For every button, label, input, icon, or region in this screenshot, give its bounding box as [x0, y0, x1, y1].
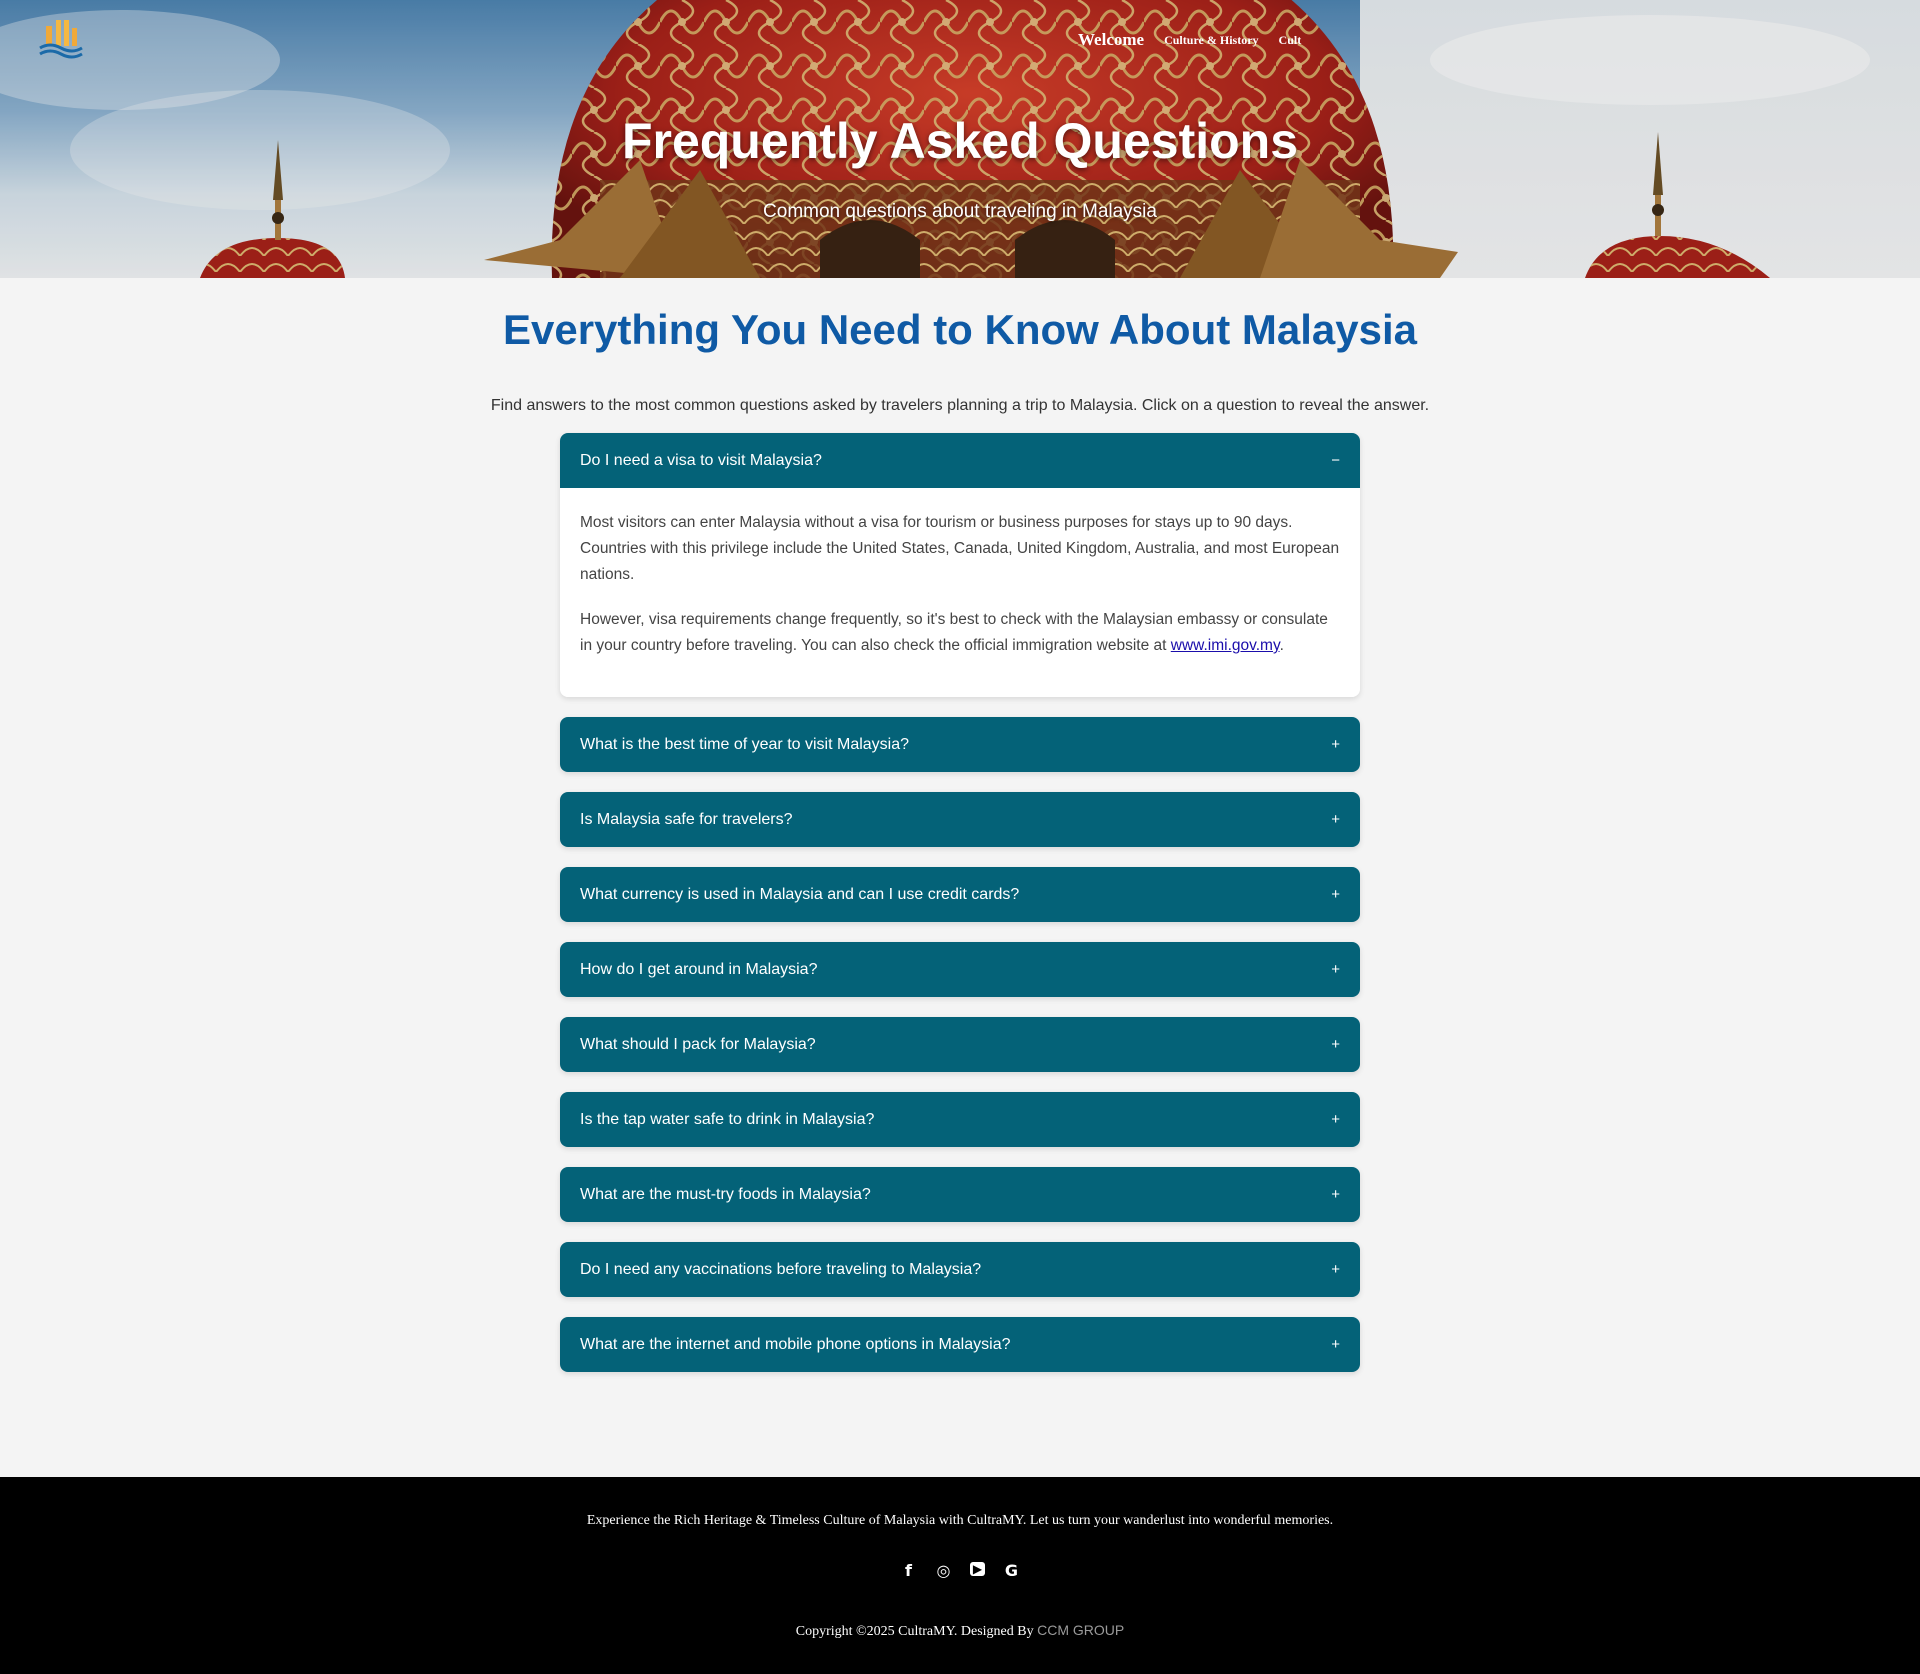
faq-question-header[interactable]: What should I pack for Malaysia? +	[560, 1017, 1360, 1072]
faq-item: What are the must-try foods in Malaysia?…	[560, 1167, 1360, 1222]
faq-question-text: Is Malaysia safe for travelers?	[580, 810, 793, 828]
faq-answer-paragraph: However, visa requirements change freque…	[580, 607, 1340, 659]
expand-icon[interactable]: +	[1331, 1111, 1340, 1128]
faq-answer-paragraph: Most visitors can enter Malaysia without…	[580, 514, 1340, 583]
nav-item-cult[interactable]: Cult	[1279, 33, 1302, 48]
faq-question-header[interactable]: Do I need any vaccinations before travel…	[560, 1242, 1360, 1297]
facebook-icon[interactable]: f	[900, 1561, 917, 1580]
page-subtitle: Common questions about traveling in Mala…	[763, 201, 1157, 222]
faq-answer-end: .	[1279, 637, 1284, 654]
section-heading: Everything You Need to Know About Malays…	[502, 306, 1417, 353]
youtube-icon[interactable]: ▶	[970, 1562, 985, 1576]
faq-question-header[interactable]: What is the best time of year to visit M…	[560, 717, 1360, 772]
main-nav: Welcome Culture & History Cult	[1078, 30, 1301, 50]
faq-question-text: What is the best time of year to visit M…	[580, 735, 910, 753]
faq-item: Is the tap water safe to drink in Malays…	[560, 1092, 1360, 1147]
faq-item: Do I need a visa to visit Malaysia? − Mo…	[560, 433, 1360, 697]
logo-icon	[39, 20, 83, 59]
expand-icon[interactable]: +	[1331, 1261, 1340, 1278]
faq-question-header[interactable]: Is the tap water safe to drink in Malays…	[560, 1092, 1360, 1147]
faq-item: What is the best time of year to visit M…	[560, 717, 1360, 772]
page-title: Frequently Asked Questions	[621, 113, 1299, 169]
collapse-icon[interactable]: −	[1331, 452, 1340, 469]
nav-item-welcome[interactable]: Welcome	[1078, 30, 1144, 50]
cultramy-logo[interactable]	[38, 14, 84, 64]
footer-tagline: Experience the Rich Heritage & Timeless …	[586, 1513, 1334, 1528]
faq-question-text: Is the tap water safe to drink in Malays…	[580, 1110, 875, 1128]
faq-item: What are the internet and mobile phone o…	[560, 1317, 1360, 1372]
faq-question-header[interactable]: How do I get around in Malaysia? +	[560, 942, 1360, 997]
faq-question-header[interactable]: What currency is used in Malaysia and ca…	[560, 867, 1360, 922]
designer-link[interactable]: CCM GROUP	[1037, 1622, 1124, 1638]
nav-item-culture-history[interactable]: Culture & History	[1164, 33, 1258, 48]
copyright: Copyright ©2025 CultraMY. Designed By CC…	[0, 1622, 1920, 1640]
immigration-website-link[interactable]: www.imi.gov.my	[1171, 637, 1280, 654]
faq-question-text: Do I need any vaccinations before travel…	[580, 1260, 982, 1278]
faq-question-text: What are the internet and mobile phone o…	[580, 1335, 1011, 1353]
faq-answer: Most visitors can enter Malaysia without…	[560, 488, 1360, 697]
social-links: f ◎ ▶ G	[0, 1561, 1920, 1580]
faq-question-text: What are the must-try foods in Malaysia?	[580, 1185, 871, 1203]
faq-question-text: What should I pack for Malaysia?	[580, 1035, 816, 1053]
expand-icon[interactable]: +	[1331, 886, 1340, 903]
site-footer: Experience the Rich Heritage & Timeless …	[0, 1477, 1920, 1674]
faq-item: How do I get around in Malaysia? +	[560, 942, 1360, 997]
hero-banner: Welcome Culture & History Cult Frequentl…	[0, 0, 1920, 278]
intro-text: Find answers to the most common question…	[490, 397, 1430, 414]
faq-question-header[interactable]: Is Malaysia safe for travelers? +	[560, 792, 1360, 847]
faq-question-header[interactable]: Do I need a visa to visit Malaysia? −	[560, 433, 1360, 488]
faq-item: Is Malaysia safe for travelers? +	[560, 792, 1360, 847]
faq-accordion: Do I need a visa to visit Malaysia? − Mo…	[560, 433, 1360, 1372]
expand-icon[interactable]: +	[1331, 736, 1340, 753]
google-icon[interactable]: G	[1003, 1561, 1020, 1580]
faq-item: What should I pack for Malaysia? +	[560, 1017, 1360, 1072]
instagram-icon[interactable]: ◎	[935, 1561, 952, 1580]
expand-icon[interactable]: +	[1331, 1336, 1340, 1353]
copyright-text: Copyright ©2025 CultraMY. Designed By	[795, 1624, 1034, 1639]
faq-question-text: Do I need a visa to visit Malaysia?	[580, 451, 822, 469]
faq-question-header[interactable]: What are the internet and mobile phone o…	[560, 1317, 1360, 1372]
expand-icon[interactable]: +	[1331, 961, 1340, 978]
faq-question-text: How do I get around in Malaysia?	[580, 960, 818, 978]
main-content: Everything You Need to Know About Malays…	[0, 278, 1920, 1372]
expand-icon[interactable]: +	[1331, 1036, 1340, 1053]
faq-question-header[interactable]: What are the must-try foods in Malaysia?…	[560, 1167, 1360, 1222]
faq-question-text: What currency is used in Malaysia and ca…	[580, 885, 1020, 903]
faq-item: What currency is used in Malaysia and ca…	[560, 867, 1360, 922]
expand-icon[interactable]: +	[1331, 811, 1340, 828]
faq-item: Do I need any vaccinations before travel…	[560, 1242, 1360, 1297]
expand-icon[interactable]: +	[1331, 1186, 1340, 1203]
